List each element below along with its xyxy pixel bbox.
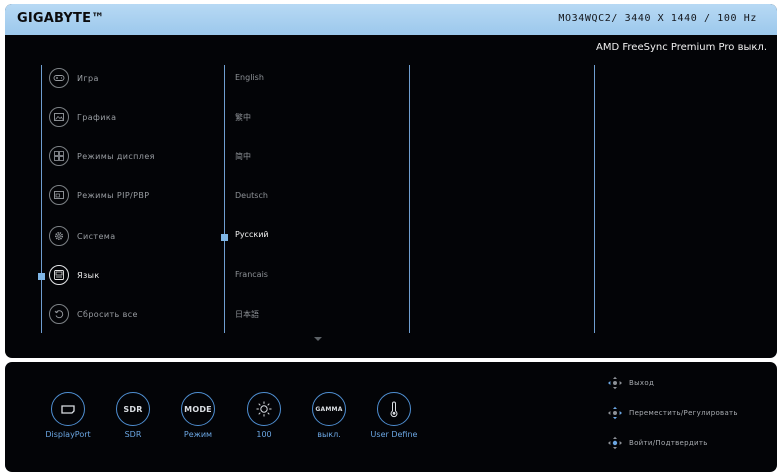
hotkey-label-picture-mode: Режим (183, 430, 213, 439)
menu-label-language: Язык (77, 270, 100, 280)
picture-icon (49, 107, 69, 127)
language-option-russian[interactable]: Русский (235, 230, 269, 239)
help-label-move-adjust: Переместить/Регулировать (629, 409, 738, 417)
language-option-traditional-chinese[interactable]: 繁中 (235, 112, 251, 123)
hotkey-brightness[interactable]: 100 (229, 392, 299, 439)
mode-icon: MODE (181, 392, 215, 426)
menu-item-pip-pbp[interactable]: Режимы PIP/PBP (49, 184, 150, 206)
menu-label-game: Игра (77, 73, 99, 83)
reset-icon (49, 304, 69, 324)
mode-icon-text: MODE (184, 404, 212, 414)
scroll-down-arrow-icon[interactable] (314, 337, 322, 341)
menu-label-system: Система (77, 231, 116, 241)
brand-logo: GIGABYTE™ (17, 11, 105, 26)
sdr-icon: SDR (116, 392, 150, 426)
osd-header: GIGABYTE™ MO34WQC2/ 3440 X 1440 / 100 Hz (5, 4, 777, 35)
gamma-icon: GAMMA (312, 392, 346, 426)
menu-item-display-mode[interactable]: Режимы дисплея (49, 145, 155, 167)
language-option-french[interactable]: Francais (235, 270, 268, 279)
joystick-left-icon (608, 376, 622, 390)
language-icon (49, 265, 69, 285)
menu-item-reset-all[interactable]: Сбросить все (49, 303, 138, 325)
menu-item-picture[interactable]: Графика (49, 106, 116, 128)
displayport-icon (51, 392, 85, 426)
language-option-german[interactable]: Deutsch (235, 191, 268, 200)
menu-label-pip-pbp: Режимы PIP/PBP (77, 190, 150, 200)
hotkey-label-input-source: DisplayPort (45, 430, 91, 439)
hotkey-user-define[interactable]: User Define (359, 392, 429, 439)
language-option-japanese[interactable]: 日本語 (235, 309, 259, 320)
menu-selection-marker (38, 273, 45, 280)
hotkey-label-user-define: User Define (370, 430, 418, 439)
value-column-divider (594, 65, 595, 333)
hotkey-label-gamma: выкл. (317, 430, 341, 439)
menu-column-divider (41, 65, 42, 333)
osd-main-panel: GIGABYTE™ MO34WQC2/ 3440 X 1440 / 100 Hz… (5, 4, 777, 358)
menu-label-picture: Графика (77, 112, 117, 122)
pip-icon (49, 185, 69, 205)
help-label-exit: Выход (629, 379, 655, 387)
language-selection-marker (221, 234, 228, 241)
gamma-icon-text: GAMMA (315, 405, 343, 413)
menu-label-reset-all: Сбросить все (77, 309, 138, 319)
joystick-updown-icon (608, 406, 622, 420)
hotkey-input-source[interactable]: DisplayPort (33, 392, 103, 439)
submenu-column-divider (224, 65, 225, 333)
menu-item-game[interactable]: Игра (49, 67, 99, 89)
help-exit: Выход (607, 376, 654, 390)
freesync-status: AMD FreeSync Premium Pro выкл. (596, 42, 767, 53)
language-option-english[interactable]: English (235, 73, 264, 82)
thermometer-icon (377, 392, 411, 426)
brightness-icon (247, 392, 281, 426)
osd-hotkey-panel: DisplayPort SDR SDR MODE Режим 100 GAMMA… (5, 362, 777, 472)
hotkey-label-sdr: SDR (124, 430, 142, 439)
hotkey-picture-mode[interactable]: MODE Режим (163, 392, 233, 439)
gamepad-icon (49, 68, 69, 88)
menu-item-system[interactable]: Система (49, 225, 116, 247)
option-column-divider (409, 65, 410, 333)
help-move-adjust: Переместить/Регулировать (607, 406, 738, 420)
sdr-icon-text: SDR (123, 404, 143, 414)
joystick-press-icon (608, 436, 622, 450)
menu-label-display-mode: Режимы дисплея (77, 151, 155, 161)
display-mode-icon (49, 146, 69, 166)
hotkey-label-brightness: 100 (256, 430, 272, 439)
hotkey-gamma[interactable]: GAMMA выкл. (294, 392, 364, 439)
help-label-enter-confirm: Войти/Подтвердить (629, 439, 708, 447)
language-option-simplified-chinese[interactable]: 简中 (235, 151, 251, 162)
menu-item-language[interactable]: Язык (49, 264, 100, 286)
help-enter-confirm: Войти/Подтвердить (607, 436, 708, 450)
model-info: MO34WQC2/ 3440 X 1440 / 100 Hz (558, 13, 757, 24)
hotkey-sdr[interactable]: SDR SDR (98, 392, 168, 439)
gear-icon (49, 226, 69, 246)
